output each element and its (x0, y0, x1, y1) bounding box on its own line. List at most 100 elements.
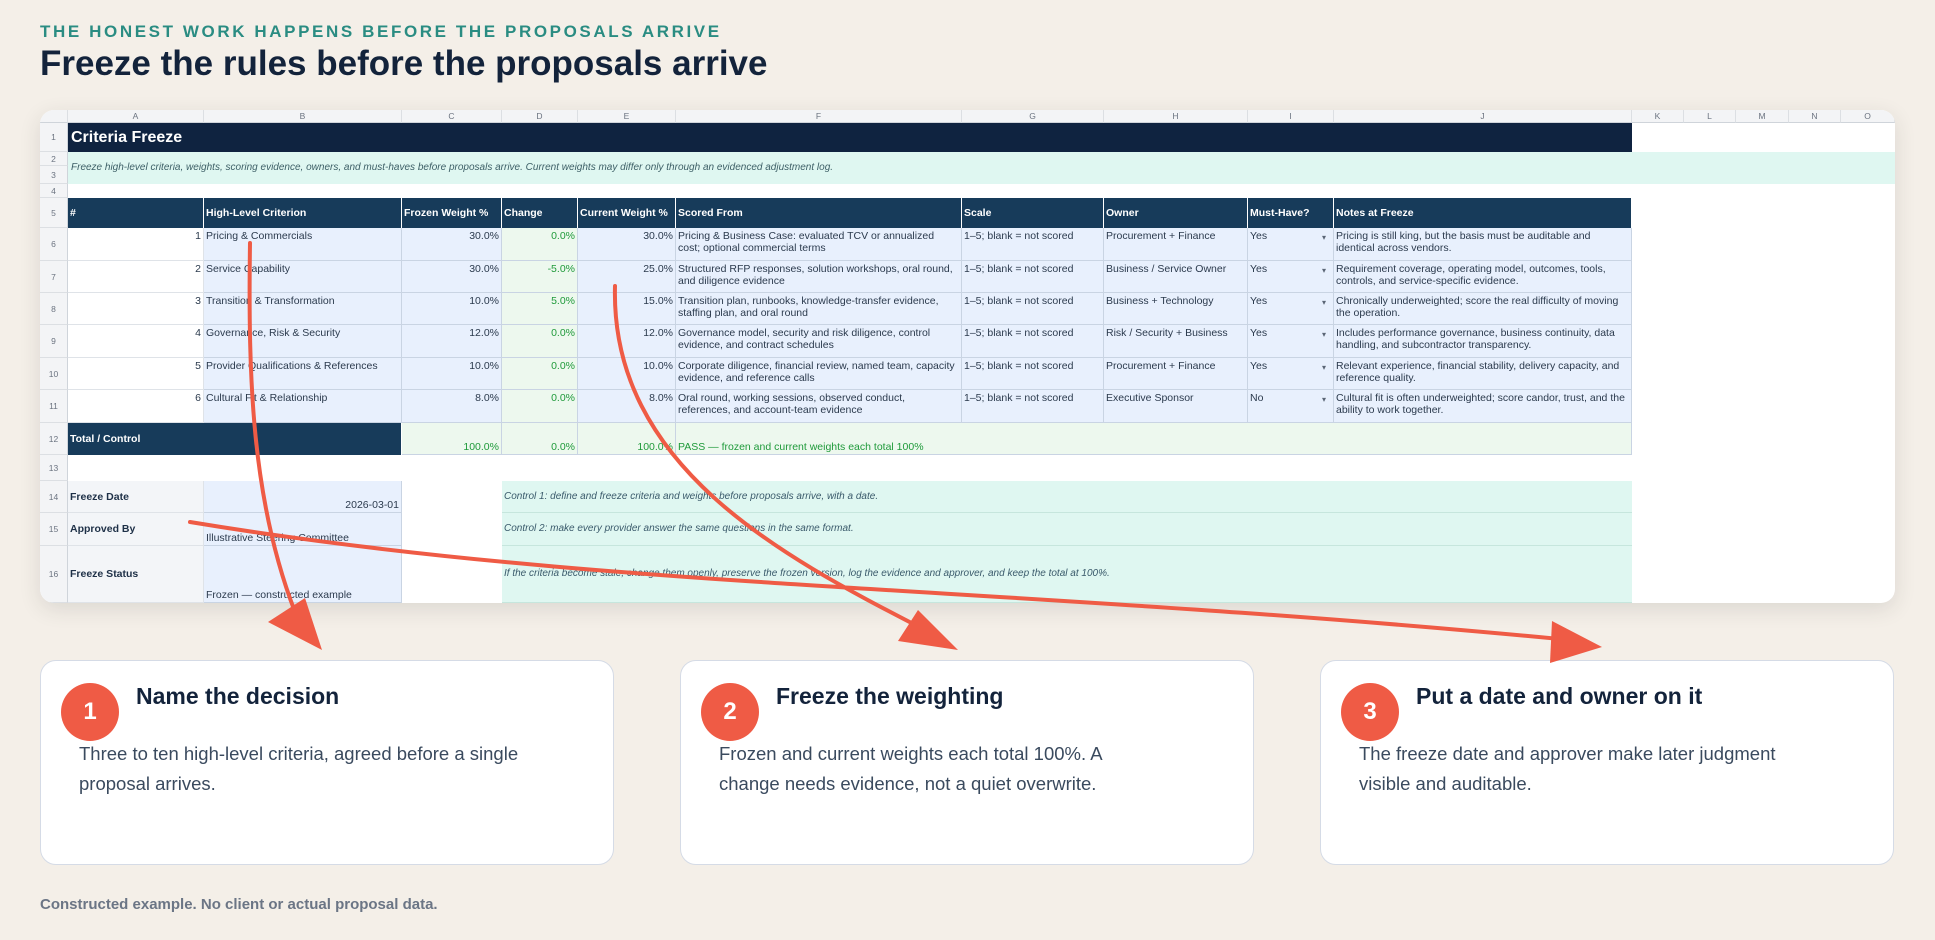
table-cell[interactable]: 30.0% (402, 228, 502, 261)
change-cell[interactable]: 0.0% (502, 325, 578, 358)
table-cell[interactable]: 25.0% (578, 261, 676, 293)
table-header[interactable]: Current Weight % (578, 198, 676, 228)
table-cell[interactable]: 2 (68, 261, 204, 293)
table-cell[interactable]: 6 (68, 390, 204, 423)
table-cell[interactable]: Cultural Fit & Relationship (204, 390, 402, 423)
row-header-1[interactable]: 1 (40, 123, 68, 152)
table-cell[interactable]: Requirement coverage, operating model, o… (1334, 261, 1632, 293)
control-note[interactable]: Control 1: define and freeze criteria an… (502, 481, 1632, 513)
dropdown-arrow-icon[interactable]: ▾ (1322, 265, 1332, 277)
table-header[interactable]: Scale (962, 198, 1104, 228)
intro-note[interactable]: Freeze high-level criteria, weights, sco… (68, 152, 1895, 184)
total-status[interactable]: PASS — frozen and current weights each t… (676, 423, 1632, 455)
table-cell[interactable]: 12.0% (402, 325, 502, 358)
column-header-K[interactable]: K (1632, 110, 1684, 123)
table-cell[interactable]: Governance, Risk & Security (204, 325, 402, 358)
change-cell[interactable]: 0.0% (502, 390, 578, 423)
row-header-9[interactable]: 9 (40, 325, 68, 358)
row-header-16[interactable]: 16 (40, 546, 68, 603)
table-cell[interactable]: Procurement + Finance (1104, 228, 1248, 261)
column-header-O[interactable]: O (1841, 110, 1895, 123)
table-cell[interactable]: 30.0% (402, 261, 502, 293)
table-header[interactable]: Owner (1104, 198, 1248, 228)
table-cell[interactable]: 1 (68, 228, 204, 261)
spreadsheet[interactable]: A B C D E F G H I J K L M N O 1 2 3 4 5 6 7 8 9 10 11 12 13 14 15 16 Cr… (40, 110, 1895, 603)
table-cell[interactable]: 3 (68, 293, 204, 325)
column-header-I[interactable]: I (1248, 110, 1334, 123)
table-cell[interactable]: 8.0% (578, 390, 676, 423)
row-header-8[interactable]: 8 (40, 293, 68, 325)
table-cell[interactable]: Business / Service Owner (1104, 261, 1248, 293)
meta-label[interactable]: Freeze Date (68, 481, 204, 513)
control-note[interactable]: If the criteria become stale, change the… (502, 546, 1632, 603)
column-header-D[interactable]: D (502, 110, 578, 123)
column-header-H[interactable]: H (1104, 110, 1248, 123)
row-header-2[interactable]: 2 (40, 152, 68, 166)
table-cell[interactable]: Relevant experience, financial stability… (1334, 358, 1632, 390)
table-cell[interactable]: Transition plan, runbooks, knowledge-tra… (676, 293, 962, 325)
table-header[interactable]: # (68, 198, 204, 228)
row-header-4[interactable]: 4 (40, 184, 68, 198)
meta-label[interactable]: Approved By (68, 513, 204, 546)
row-header-13[interactable]: 13 (40, 455, 68, 481)
table-cell[interactable]: Pricing is still king, but the basis mus… (1334, 228, 1632, 261)
row-header-5[interactable]: 5 (40, 198, 68, 228)
column-header-A[interactable]: A (68, 110, 204, 123)
table-cell[interactable]: Corporate diligence, financial review, n… (676, 358, 962, 390)
row-header-15[interactable]: 15 (40, 513, 68, 546)
table-cell[interactable]: 10.0% (578, 358, 676, 390)
meta-label[interactable]: Freeze Status (68, 546, 204, 603)
table-cell[interactable]: Risk / Security + Business (1104, 325, 1248, 358)
row-header-12[interactable]: 12 (40, 423, 68, 455)
sheet-corner[interactable] (40, 110, 68, 123)
table-cell[interactable]: Service Capability (204, 261, 402, 293)
table-cell[interactable]: 12.0% (578, 325, 676, 358)
dropdown-arrow-icon[interactable]: ▾ (1322, 232, 1332, 244)
table-cell[interactable]: Cultural fit is often underweighted; sco… (1334, 390, 1632, 423)
table-cell[interactable]: 30.0% (578, 228, 676, 261)
dropdown-arrow-icon[interactable]: ▾ (1322, 394, 1332, 406)
column-header-L[interactable]: L (1684, 110, 1736, 123)
table-header[interactable]: Scored From (676, 198, 962, 228)
column-header-E[interactable]: E (578, 110, 676, 123)
table-cell[interactable]: Business + Technology (1104, 293, 1248, 325)
table-cell[interactable]: Structured RFP responses, solution works… (676, 261, 962, 293)
change-cell[interactable]: 5.0% (502, 293, 578, 325)
table-header[interactable]: Notes at Freeze (1334, 198, 1632, 228)
table-cell[interactable]: 10.0% (402, 358, 502, 390)
table-cell[interactable]: 4 (68, 325, 204, 358)
total-change[interactable]: 0.0% (502, 423, 578, 455)
table-cell[interactable]: Pricing & Business Case: evaluated TCV o… (676, 228, 962, 261)
table-cell[interactable]: Executive Sponsor (1104, 390, 1248, 423)
column-header-N[interactable]: N (1789, 110, 1841, 123)
table-cell[interactable]: 15.0% (578, 293, 676, 325)
table-cell[interactable]: Provider Qualifications & References (204, 358, 402, 390)
meta-value[interactable]: Frozen — constructed example (204, 546, 402, 603)
change-cell[interactable]: -5.0% (502, 261, 578, 293)
row-header-11[interactable]: 11 (40, 390, 68, 423)
column-header-B[interactable]: B (204, 110, 402, 123)
row-header-7[interactable]: 7 (40, 261, 68, 293)
table-cell[interactable]: 1–5; blank = not scored (962, 325, 1104, 358)
table-cell[interactable]: 10.0% (402, 293, 502, 325)
table-header[interactable]: Must-Have? (1248, 198, 1334, 228)
row-header-14[interactable]: 14 (40, 481, 68, 513)
table-cell[interactable]: Pricing & Commercials (204, 228, 402, 261)
table-header[interactable]: Change (502, 198, 578, 228)
table-cell[interactable]: Chronically underweighted; score the rea… (1334, 293, 1632, 325)
total-frozen[interactable]: 100.0% (402, 423, 502, 455)
control-note[interactable]: Control 2: make every provider answer th… (502, 513, 1632, 546)
sheet-title[interactable]: Criteria Freeze (68, 123, 1632, 152)
column-header-J[interactable]: J (1334, 110, 1632, 123)
table-cell[interactable]: Governance model, security and risk dili… (676, 325, 962, 358)
column-header-F[interactable]: F (676, 110, 962, 123)
table-header[interactable]: High-Level Criterion (204, 198, 402, 228)
row-header-10[interactable]: 10 (40, 358, 68, 390)
change-cell[interactable]: 0.0% (502, 228, 578, 261)
table-cell[interactable]: 1–5; blank = not scored (962, 390, 1104, 423)
total-current[interactable]: 100.0% (578, 423, 676, 455)
change-cell[interactable]: 0.0% (502, 358, 578, 390)
table-cell[interactable]: 1–5; blank = not scored (962, 358, 1104, 390)
meta-value[interactable]: 2026-03-01 (204, 481, 402, 513)
column-header-C[interactable]: C (402, 110, 502, 123)
